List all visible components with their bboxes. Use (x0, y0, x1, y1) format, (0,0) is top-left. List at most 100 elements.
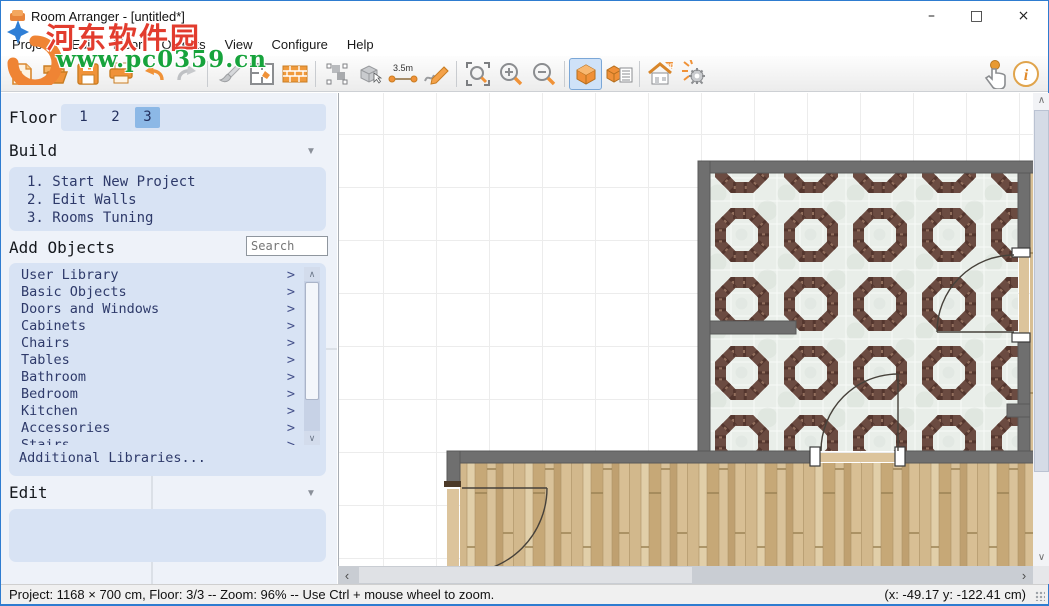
vertical-scrollbar-thumb[interactable] (1034, 110, 1049, 472)
view-3d-button[interactable] (569, 58, 602, 90)
house-3d-button[interactable]: 3D (644, 58, 677, 90)
menu-configure[interactable]: Configure (269, 35, 331, 54)
menu-bar: Project Edit Floor Objects View Configur… (1, 32, 1048, 56)
category-doors-windows[interactable]: Doors and Windows> (9, 301, 301, 318)
build-step-3[interactable]: 3. Rooms Tuning (27, 209, 153, 227)
build-panel: 1. Start New Project 2. Edit Walls 3. Ro… (9, 167, 326, 231)
floor-tab-bar: 1 2 3 (61, 104, 326, 131)
zoom-in-button[interactable] (494, 58, 527, 90)
menu-view[interactable]: View (222, 35, 256, 54)
walkthrough-icon (680, 60, 708, 88)
select-objects-icon (324, 61, 350, 87)
edit-section-title: Edit (9, 483, 48, 502)
build-step-1[interactable]: 1. Start New Project (27, 173, 196, 191)
save-button[interactable] (71, 58, 104, 90)
new-project-icon (9, 61, 35, 87)
draw-wall-button[interactable] (419, 58, 452, 90)
select-objects-button[interactable] (320, 58, 353, 90)
resize-grip[interactable] (1035, 591, 1045, 601)
category-kitchen[interactable]: Kitchen> (9, 403, 301, 420)
maximize-button[interactable]: □ (954, 1, 999, 32)
paintbrush-icon (216, 61, 242, 87)
zoom-all-button[interactable] (461, 58, 494, 90)
menu-help[interactable]: Help (344, 35, 377, 54)
category-accessories[interactable]: Accessories> (9, 420, 301, 437)
chevron-right-icon: > (287, 437, 295, 445)
info-button[interactable]: i (1009, 58, 1042, 90)
print-icon (107, 61, 135, 87)
floorplan-icon (248, 61, 276, 87)
close-button[interactable]: × (1001, 1, 1046, 32)
scroll-up-icon[interactable]: ∧ (304, 267, 320, 281)
category-basic-objects[interactable]: Basic Objects> (9, 284, 301, 301)
scroll-down-icon[interactable]: ∨ (1033, 550, 1049, 566)
category-chairs[interactable]: Chairs> (9, 335, 301, 352)
new-project-button[interactable] (5, 58, 38, 90)
view-3d-list-button[interactable] (602, 58, 635, 90)
menu-objects[interactable]: Objects (159, 35, 209, 54)
vertical-scrollbar[interactable]: ∧ ∨ (1033, 93, 1049, 566)
measure-icon: 3.5m (388, 61, 418, 87)
chevron-right-icon: > (287, 301, 295, 318)
edit-collapse-button[interactable]: ▼ (303, 487, 319, 501)
zoom-out-icon (530, 60, 558, 88)
category-bathroom[interactable]: Bathroom> (9, 369, 301, 386)
toolbar: 3.5m 3D (1, 56, 1048, 92)
category-cabinets[interactable]: Cabinets> (9, 318, 301, 335)
undo-button[interactable] (137, 58, 170, 90)
wall-icon (281, 61, 309, 87)
object-pick-icon (356, 61, 384, 87)
chevron-right-icon: > (287, 369, 295, 386)
scroll-down-icon[interactable]: ∨ (304, 431, 320, 445)
floor-tab-3[interactable]: 3 (135, 107, 160, 128)
category-bedroom[interactable]: Bedroom> (9, 386, 301, 403)
category-stairs[interactable]: Stairs> (9, 437, 301, 445)
menu-edit[interactable]: Edit (68, 35, 96, 54)
walkthrough-button[interactable] (677, 58, 710, 90)
touch-pointer-button[interactable] (976, 58, 1009, 90)
object-pick-button[interactable] (353, 58, 386, 90)
floor-plan-canvas[interactable] (338, 93, 1033, 566)
horizontal-scrollbar[interactable]: ‹ › (338, 566, 1033, 584)
chevron-right-icon: > (287, 352, 295, 369)
menu-project[interactable]: Project (9, 35, 55, 54)
print-button[interactable] (104, 58, 137, 90)
scrollbar-thumb[interactable] (305, 282, 319, 400)
title-bar[interactable]: Room Arranger - [untitled*] – □ × (1, 1, 1048, 32)
scroll-right-icon[interactable]: › (1015, 566, 1033, 584)
open-button[interactable] (38, 58, 71, 90)
zoom-all-icon (464, 60, 492, 88)
redo-button[interactable] (170, 58, 203, 90)
scrollbar-corner (1033, 566, 1049, 584)
category-tables[interactable]: Tables> (9, 352, 301, 369)
zoom-out-button[interactable] (527, 58, 560, 90)
floor-tab-2[interactable]: 2 (103, 107, 128, 128)
svg-text:3.5m: 3.5m (393, 63, 413, 73)
search-input[interactable] (246, 236, 328, 256)
menu-floor[interactable]: Floor (110, 35, 146, 54)
chevron-right-icon: > (287, 318, 295, 335)
measure-button[interactable]: 3.5m (386, 58, 419, 90)
view-3d-icon (573, 61, 599, 87)
category-user-library[interactable]: User Library> (9, 267, 301, 284)
paintbrush-button[interactable] (212, 58, 245, 90)
zoom-in-icon (497, 60, 525, 88)
build-collapse-button[interactable]: ▼ (303, 145, 319, 159)
object-list-scrollbar[interactable]: ∧ ∨ (304, 267, 320, 445)
toolbar-separator (315, 61, 316, 87)
floorplan-button[interactable] (245, 58, 278, 90)
floor-tab-1[interactable]: 1 (71, 107, 96, 128)
toolbar-separator (207, 61, 208, 87)
info-icon: i (1011, 59, 1041, 89)
additional-libraries-link[interactable]: Additional Libraries... (19, 450, 206, 466)
scroll-left-icon[interactable]: ‹ (338, 566, 356, 584)
build-section-title: Build (9, 141, 57, 160)
chevron-right-icon: > (287, 335, 295, 352)
svg-text:3D: 3D (666, 64, 674, 70)
horizontal-scrollbar-thumb[interactable] (359, 567, 692, 583)
build-step-2[interactable]: 2. Edit Walls (27, 191, 137, 209)
window-title: Room Arranger - [untitled*] (31, 9, 185, 24)
wall-button[interactable] (278, 58, 311, 90)
minimize-button[interactable]: – (909, 1, 954, 32)
scroll-up-icon[interactable]: ∧ (1033, 93, 1049, 109)
